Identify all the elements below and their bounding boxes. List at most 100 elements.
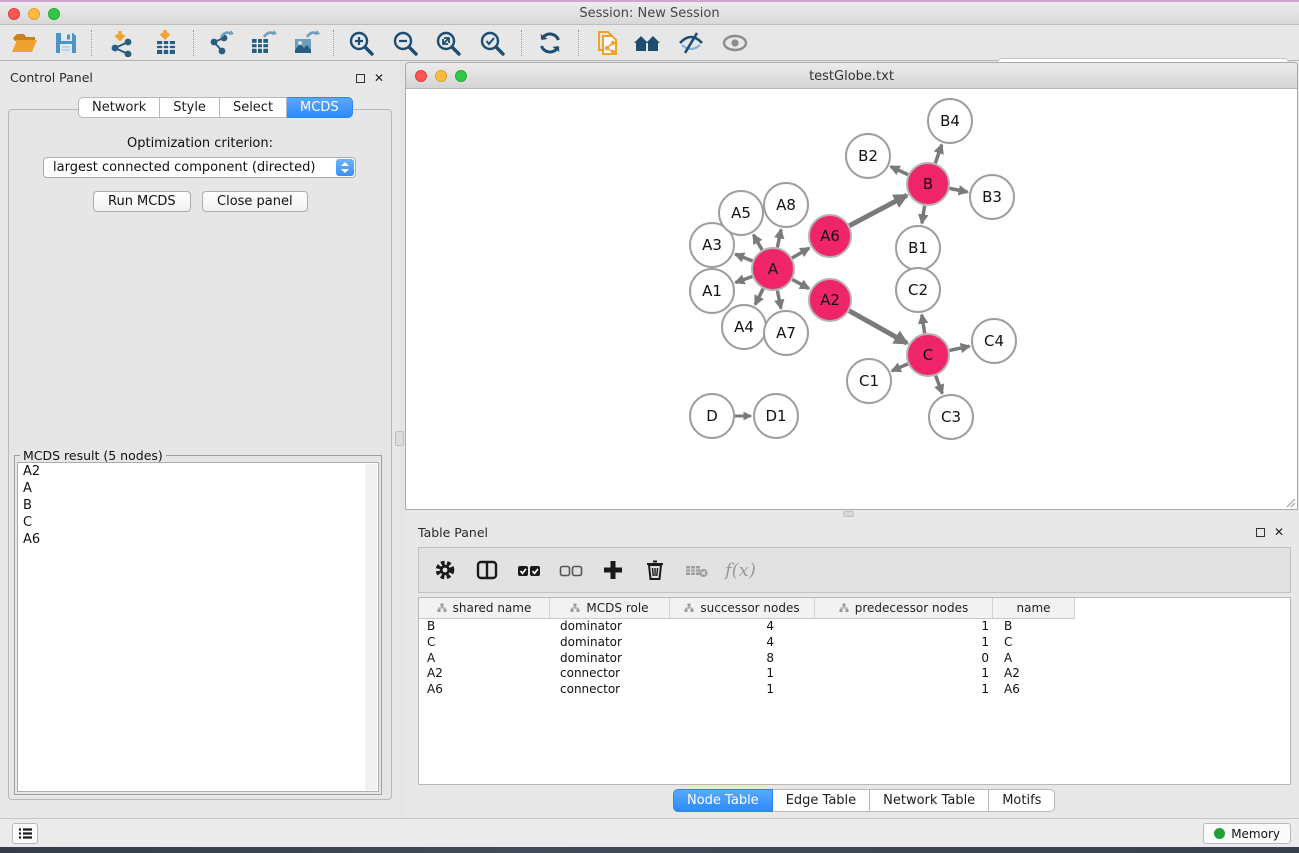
- export-table-icon[interactable]: [247, 28, 279, 58]
- import-network-icon[interactable]: [106, 28, 138, 58]
- table-row[interactable]: Adominator80A: [419, 651, 1290, 667]
- zoom-fit-icon[interactable]: [432, 28, 464, 58]
- edge-C-C2[interactable]: [922, 315, 925, 334]
- mcds-result-item[interactable]: A6: [18, 531, 378, 548]
- home-view-icon[interactable]: [631, 28, 663, 58]
- tab-edge-table[interactable]: Edge Table: [773, 789, 870, 812]
- network-canvas[interactable]: AA1A2A3A4A5A6A7A8BB1B2B3B4CC1C2C3C4DD1: [406, 89, 1297, 509]
- edge-A-A5[interactable]: [753, 235, 762, 250]
- edge-A2-C[interactable]: [849, 311, 907, 343]
- open-file-icon[interactable]: [8, 28, 40, 58]
- close-table-panel-icon[interactable]: ✕: [1274, 527, 1284, 537]
- delete-column-icon[interactable]: [641, 556, 669, 584]
- memory-button[interactable]: Memory: [1203, 823, 1291, 844]
- column-header-predecessor-nodes[interactable]: predecessor nodes: [815, 598, 993, 619]
- tab-network-table[interactable]: Network Table: [870, 789, 989, 812]
- node-A6[interactable]: A6: [809, 215, 851, 257]
- edge-A-A3[interactable]: [735, 254, 752, 261]
- edge-B-B1[interactable]: [922, 206, 925, 224]
- tab-mcds[interactable]: MCDS: [287, 97, 353, 118]
- zoom-out-icon[interactable]: [389, 28, 421, 58]
- refresh-layout-icon[interactable]: [534, 28, 566, 58]
- show-selection-icon[interactable]: [719, 28, 751, 58]
- delete-table-icon[interactable]: [683, 556, 711, 584]
- node-A5[interactable]: A5: [719, 191, 763, 235]
- export-image-icon[interactable]: [290, 28, 322, 58]
- export-network-icon[interactable]: [205, 28, 237, 58]
- node-D[interactable]: D: [690, 394, 734, 438]
- edge-B-B4[interactable]: [935, 145, 942, 164]
- run-mcds-button[interactable]: Run MCDS: [93, 191, 191, 212]
- node-C2[interactable]: C2: [896, 268, 940, 312]
- mcds-result-item[interactable]: A2: [18, 463, 378, 480]
- edge-B-B3[interactable]: [950, 188, 968, 192]
- resize-grip-icon[interactable]: [1284, 496, 1296, 508]
- edge-C-C1[interactable]: [892, 364, 908, 371]
- network-window-titlebar[interactable]: testGlobe.txt: [406, 63, 1297, 89]
- table-row[interactable]: Cdominator41C: [419, 635, 1290, 651]
- mcds-result-item[interactable]: A: [18, 480, 378, 497]
- table-row[interactable]: A6connector11A6: [419, 682, 1290, 698]
- edge-A-A7[interactable]: [777, 291, 781, 309]
- node-A7[interactable]: A7: [764, 311, 808, 355]
- table-row[interactable]: A2connector11A2: [419, 666, 1290, 682]
- mcds-result-list[interactable]: A2ABCA6: [17, 462, 379, 792]
- node-B[interactable]: B: [907, 163, 949, 205]
- tab-motifs[interactable]: Motifs: [989, 789, 1055, 812]
- node-C[interactable]: C: [907, 334, 949, 376]
- mcds-result-item[interactable]: C: [18, 514, 378, 531]
- column-header-name[interactable]: name: [993, 598, 1075, 619]
- close-panel-button[interactable]: Close panel: [202, 191, 308, 212]
- node-D1[interactable]: D1: [754, 394, 798, 438]
- edge-C-C4[interactable]: [950, 346, 970, 350]
- zoom-selected-icon[interactable]: [476, 28, 508, 58]
- node-A[interactable]: A: [752, 248, 794, 290]
- save-session-icon[interactable]: [50, 28, 82, 58]
- zoom-in-icon[interactable]: [345, 28, 377, 58]
- show-columns-icon[interactable]: [473, 556, 501, 584]
- close-panel-icon[interactable]: ✕: [374, 73, 384, 83]
- float-table-panel-icon[interactable]: [1256, 528, 1265, 537]
- float-panel-icon[interactable]: [356, 74, 365, 83]
- edge-A-A2[interactable]: [792, 280, 809, 289]
- hide-selection-icon[interactable]: [675, 28, 707, 58]
- edge-C-C3[interactable]: [936, 376, 943, 394]
- import-table-icon[interactable]: [150, 28, 182, 58]
- tab-network[interactable]: Network: [78, 97, 160, 118]
- column-header-shared-name[interactable]: shared name: [419, 598, 550, 619]
- column-header-MCDS-role[interactable]: MCDS role: [550, 598, 670, 619]
- node-C3[interactable]: C3: [929, 395, 973, 439]
- optimization-criterion-select[interactable]: largest connected component (directed): [43, 157, 356, 178]
- mcds-result-item[interactable]: B: [18, 497, 378, 514]
- edge-A-A6[interactable]: [792, 248, 809, 258]
- node-table[interactable]: shared nameMCDS rolesuccessor nodesprede…: [418, 597, 1291, 785]
- node-C4[interactable]: C4: [972, 319, 1016, 363]
- select-all-check-icon[interactable]: [515, 556, 543, 584]
- vertical-splitter-handle[interactable]: [395, 431, 404, 446]
- node-C1[interactable]: C1: [847, 359, 891, 403]
- tab-style[interactable]: Style: [160, 97, 220, 118]
- deselect-all-icon[interactable]: [557, 556, 585, 584]
- edge-B-B2[interactable]: [891, 167, 908, 175]
- edge-A-A1[interactable]: [736, 276, 753, 282]
- table-row[interactable]: Bdominator41B: [419, 619, 1290, 635]
- edge-A-A4[interactable]: [755, 289, 763, 305]
- task-history-button[interactable]: [12, 823, 38, 844]
- clone-network-icon[interactable]: [592, 28, 624, 58]
- tab-select[interactable]: Select: [220, 97, 287, 118]
- node-B3[interactable]: B3: [970, 175, 1014, 219]
- column-header-successor-nodes[interactable]: successor nodes: [670, 598, 815, 619]
- function-builder-icon[interactable]: f(x): [725, 560, 756, 581]
- tab-node-table[interactable]: Node Table: [673, 789, 773, 812]
- add-column-icon[interactable]: [599, 556, 627, 584]
- node-B1[interactable]: B1: [896, 226, 940, 270]
- node-A8[interactable]: A8: [764, 183, 808, 227]
- edge-A6-B[interactable]: [849, 195, 906, 225]
- edge-A-A8[interactable]: [777, 229, 781, 247]
- node-A2[interactable]: A2: [809, 279, 851, 321]
- settings-gear-icon[interactable]: [431, 556, 459, 584]
- node-B4[interactable]: B4: [928, 99, 972, 143]
- node-B2[interactable]: B2: [846, 134, 890, 178]
- node-A1[interactable]: A1: [690, 269, 734, 313]
- scrollbar-track[interactable]: [365, 464, 377, 790]
